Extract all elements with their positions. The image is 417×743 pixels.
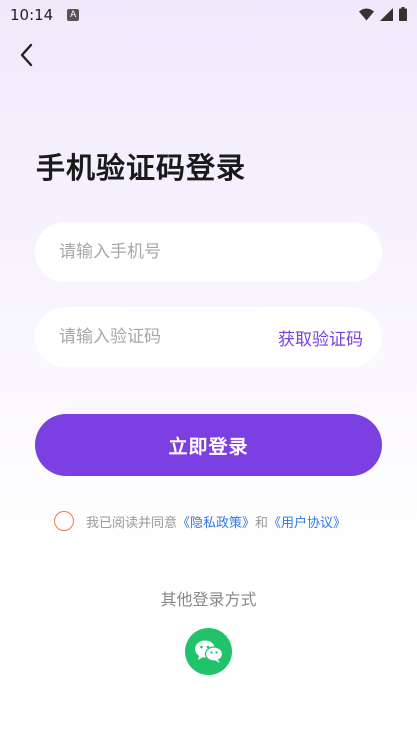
phone-field — [35, 222, 382, 282]
chevron-left-icon — [20, 43, 33, 67]
back-button[interactable] — [10, 38, 42, 72]
battery-icon — [399, 7, 407, 21]
status-time: 10:14 — [10, 6, 54, 24]
signal-icon — [380, 7, 393, 21]
agreement-row: 我已阅读并同意 《隐私政策》 和 《用户协议》 — [54, 510, 346, 532]
phone-input[interactable] — [59, 242, 358, 262]
agreement-radio[interactable] — [54, 511, 74, 531]
login-button[interactable]: 立即登录 — [35, 414, 382, 476]
status-icons — [359, 7, 407, 21]
user-agreement-link[interactable]: 《用户协议》 — [268, 512, 346, 531]
other-login-label: 其他登录方式 — [160, 590, 257, 609]
agreement-prefix: 我已阅读并同意 — [86, 515, 178, 531]
notification-icon: A — [67, 9, 80, 21]
wechat-login-button[interactable] — [185, 628, 232, 675]
privacy-policy-link[interactable]: 《隐私政策》 — [177, 512, 255, 531]
page-title: 手机验证码登录 — [36, 151, 247, 185]
status-bar: 10:14 A — [0, 0, 417, 30]
get-code-button[interactable]: 获取验证码 — [278, 325, 363, 350]
verification-code-input[interactable] — [59, 327, 278, 347]
wechat-icon — [194, 640, 223, 663]
wifi-icon — [359, 8, 374, 20]
code-field: 获取验证码 — [35, 307, 382, 367]
agreement-conjunction: 和 — [255, 515, 269, 531]
